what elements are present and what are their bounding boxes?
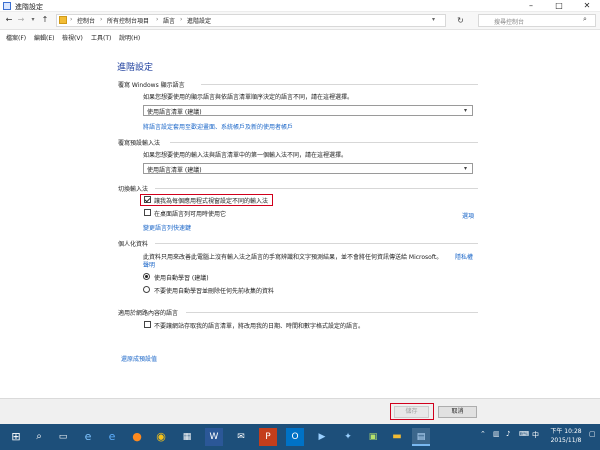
desktop-language-bar-checkbox[interactable] [144,209,151,216]
network-icon[interactable]: ▥ [493,430,500,438]
section-divider [186,312,478,313]
clock-time: 下午 10:28 [550,428,582,435]
edge-icon[interactable]: e [103,428,121,446]
menu-tools[interactable]: 工具(T) [91,33,111,42]
override-input-desc: 如果您想要使用的輸入法與語言清單中的第一個輸入法不同，請在這裡選擇。 [143,152,348,159]
menu-view[interactable]: 檢視(V) [62,33,83,42]
override-input-title: 覆寫預設輸入法 [118,140,161,147]
section-divider [170,142,478,143]
control-panel-icon[interactable]: ▤ [412,428,430,446]
word-icon[interactable]: W [205,428,223,446]
web-language-list-checkbox[interactable] [144,321,151,328]
switch-input-title: 切換輸入法 [118,186,149,193]
restore-defaults-link[interactable]: 還原成預設值 [121,354,157,363]
save-button[interactable]: 儲存 [394,406,429,418]
desktop-language-bar-label: 在桌面語言列可用時使用它 [154,211,227,218]
network-tool-icon[interactable]: ✦ [339,428,357,446]
personalization-desc: 此資料只用來改善此電腦上沒有輸入法之語言的手寫辨識和文字預測結果，並不會將任何資… [143,254,443,261]
recent-locations-icon[interactable]: ▾ [28,14,38,26]
search-placeholder: 搜尋控制台 [494,19,525,26]
change-language-bar-hotkeys-link[interactable]: 變更語言列快速鍵 [143,223,191,232]
breadcrumb-separator: › [180,16,183,23]
breadcrumb-separator: › [70,16,73,23]
folder-icon[interactable]: ▬ [388,428,406,446]
app-icon[interactable]: ▣ [364,428,382,446]
privacy-statement-link[interactable]: 聲明 [143,260,155,269]
tray-expand-icon[interactable]: ⌃ [480,430,486,438]
notification-icon[interactable]: ▢ [589,430,596,438]
search-icon[interactable]: ⌕ [30,428,48,446]
auto-learning-radio[interactable] [143,273,150,280]
no-auto-learning-radio[interactable] [143,286,150,293]
breadcrumb-language[interactable]: 語言 [163,16,175,25]
powerpoint-icon[interactable]: P [259,428,277,446]
per-app-input-checkbox[interactable] [144,196,151,203]
cancel-button[interactable]: 取消 [438,406,477,418]
breadcrumb-advanced[interactable]: 進階設定 [187,16,211,25]
menu-edit[interactable]: 編輯(E) [34,33,54,42]
chrome-icon[interactable]: ◉ [152,428,170,446]
menu-file[interactable]: 檔案(F) [6,33,26,42]
no-auto-learning-label: 不要使用自動學習並刪除任何先前收集的資料 [154,288,275,295]
menu-help[interactable]: 說明(H) [119,33,140,42]
breadcrumb-control-panel[interactable]: 控制台 [77,16,95,25]
override-display-desc: 如果您想要使用的顯示語言與依語言清單順序決定的語言不同，請在這裡選擇。 [143,94,354,101]
override-display-title: 覆寫 Windows 顯示語言 [118,82,185,89]
breadcrumb-all-items[interactable]: 所有控制台項目 [107,16,149,25]
firefox-icon[interactable]: ● [128,428,146,446]
minimize-icon[interactable]: – [520,1,542,11]
control-panel-icon [59,16,67,24]
search-icon[interactable]: ⌕ [583,15,587,24]
page-title: 進階設定 [117,63,154,73]
menu-bar [0,31,600,42]
chevron-down-icon: ▾ [464,107,468,114]
windows-start-icon[interactable]: ⊞ [7,428,25,446]
web-language-list-label: 不要讓網站存取我的語言清單，將改用我的日期、時間和數字格式設定的語言。 [154,323,365,330]
section-divider [155,243,478,244]
windows-store-icon[interactable]: ▦ [178,428,196,446]
per-app-input-label: 讓我為每個應用程式視窗設定不同的輸入法 [154,198,269,205]
privacy-link[interactable]: 隱私權 [455,252,473,261]
section-divider [155,188,478,189]
options-link[interactable]: 選項 [462,211,474,220]
clock-date: 2015/11/8 [550,437,582,444]
display-language-value: 使用語言清單 (建議) [147,109,202,116]
media-icon[interactable]: ▶ [313,428,331,446]
apply-language-settings-link[interactable]: 將語言設定套用至歡迎畫面、系統帳戶及新的使用者帳戶 [143,122,293,131]
breadcrumb-separator: › [156,16,159,23]
breadcrumb-separator: › [100,16,103,23]
internet-explorer-icon[interactable]: e [79,428,97,446]
task-view-icon[interactable]: ▭ [54,428,72,446]
dialog-footer [0,398,600,424]
maximize-icon[interactable]: □ [548,1,570,11]
back-icon[interactable]: ← [4,14,14,26]
web-content-title: 適用於網路內容的語言 [118,310,179,317]
personalization-title: 個人化資料 [118,241,149,248]
title-bar [0,0,600,12]
auto-learning-label: 使用自動學習 (建議) [154,275,209,282]
input-method-value: 使用語言清單 (建議) [147,167,202,174]
refresh-icon[interactable]: ↻ [454,14,467,27]
window-icon [3,2,11,10]
section-divider [201,84,478,85]
mail-icon[interactable]: ✉ [232,428,250,446]
address-dropdown-icon[interactable]: ▾ [432,16,435,23]
up-icon[interactable]: ↑ [40,14,50,26]
keyboard-icon[interactable]: ⌨ [519,430,529,438]
outlook-icon[interactable]: O [286,428,304,446]
window-title: 進階設定 [15,3,43,11]
taskbar-clock[interactable]: 下午 10:28 2015/11/8 [546,427,586,445]
input-indicator-icon[interactable]: 中 [532,430,539,440]
close-icon[interactable]: ✕ [576,1,598,11]
forward-icon[interactable]: → [16,14,26,26]
volume-icon[interactable]: ♪ [506,430,510,438]
chevron-down-icon: ▾ [464,165,468,172]
